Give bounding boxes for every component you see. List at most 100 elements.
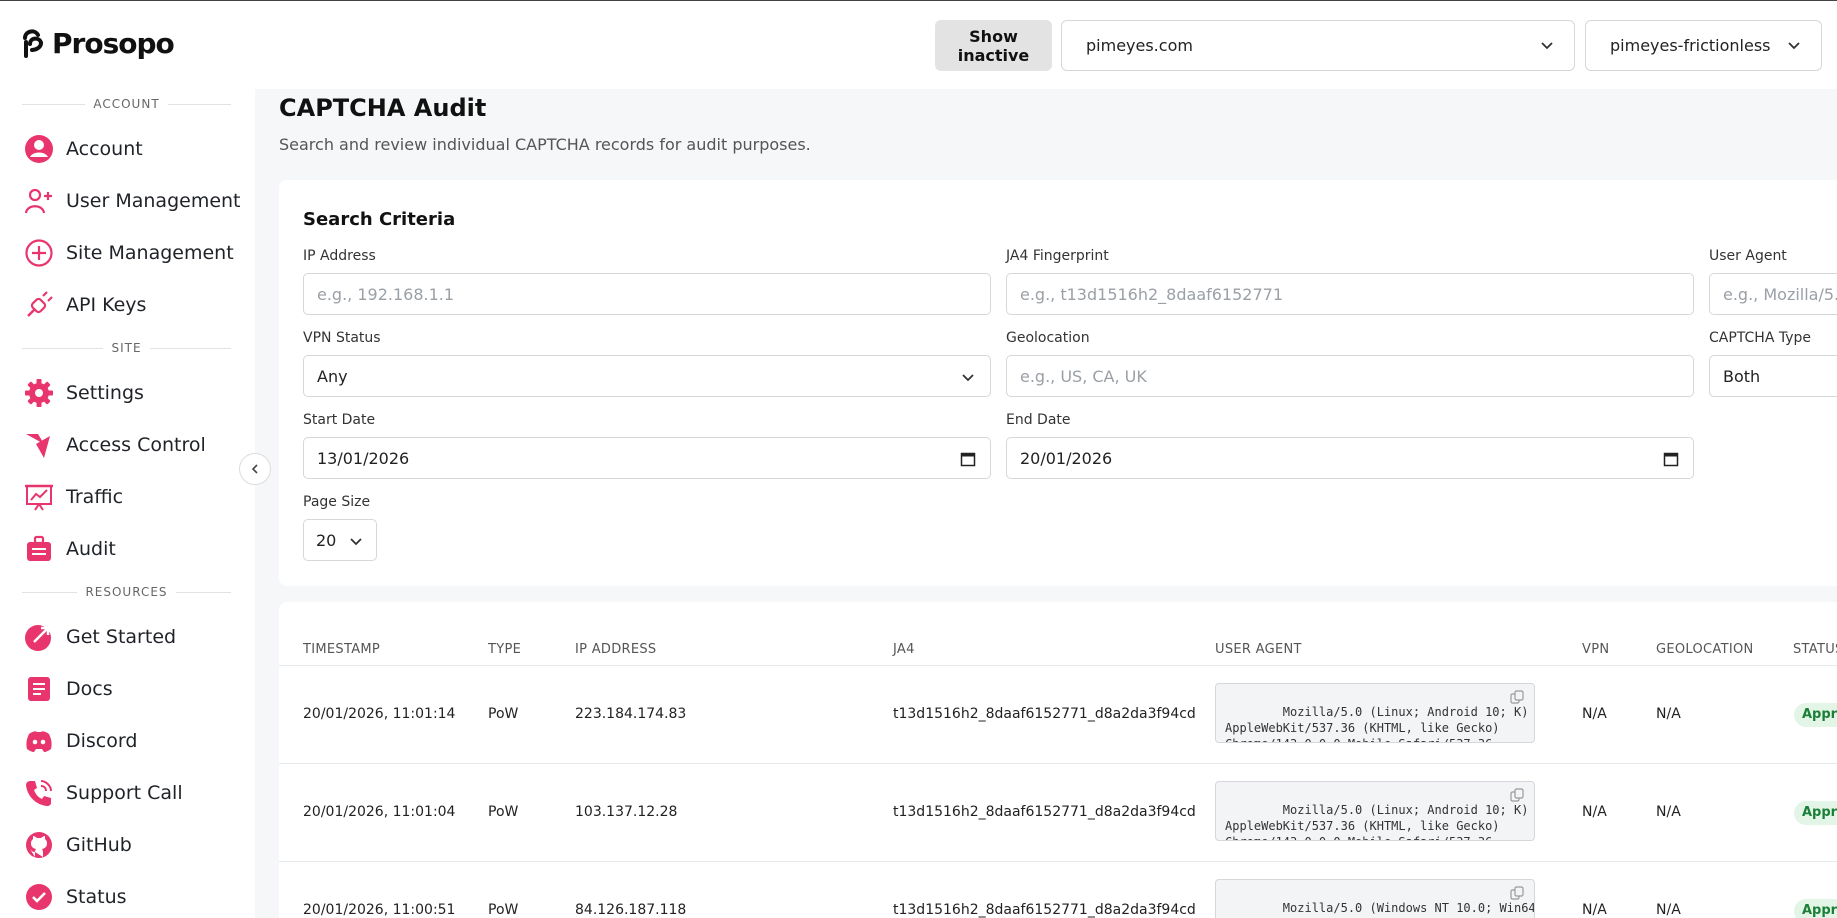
copy-icon[interactable] [1510, 886, 1524, 900]
vpn-cell: N/A [1582, 804, 1607, 820]
section-title-site: SITE [14, 338, 239, 358]
search-criteria-title: Search Criteria [303, 209, 456, 230]
sidebar-item-label: Settings [66, 382, 144, 404]
sidebar-item-docs[interactable]: Docs [24, 669, 113, 709]
ip-address-label: IP Address [303, 248, 376, 264]
column-header-geolocation[interactable]: GEOLOCATION [1656, 642, 1754, 657]
type-cell: PoW [488, 902, 519, 918]
chevron-down-icon [1541, 42, 1553, 50]
ja4-cell: t13d1516h2_8daaf6152771_d8a2da3f94cd [893, 706, 1196, 722]
user-agent-label: User Agent [1709, 248, 1787, 264]
user-agent-cell: Mozilla/5.0 (Windows NT 10.0; Win64; x64… [1215, 879, 1535, 918]
calendar-icon[interactable] [1663, 451, 1679, 467]
chevron-down-icon [1788, 42, 1800, 50]
sidebar-item-label: Support Call [66, 782, 183, 804]
ip-cell: 223.184.174.83 [575, 706, 687, 722]
gear-icon [25, 379, 53, 407]
site-select[interactable]: pimeyes.com [1061, 20, 1575, 71]
sidebar-item-api-keys[interactable]: API Keys [24, 285, 146, 325]
timestamp-cell: 20/01/2026, 11:01:04 [303, 804, 456, 820]
chevron-down-icon [350, 538, 362, 546]
page-subtitle: Search and review individual CAPTCHA rec… [279, 135, 811, 154]
captcha-type-select[interactable]: Both [1709, 355, 1837, 397]
geolocation-label: Geolocation [1006, 330, 1090, 346]
column-header-timestamp[interactable]: TIMESTAMP [303, 642, 380, 657]
sidebar-item-label: API Keys [66, 294, 147, 316]
sidebar-item-label: Traffic [66, 486, 124, 508]
table-row[interactable]: 20/01/2026, 11:00:51 PoW 84.126.187.118 … [279, 861, 1837, 918]
sidebar-item-site-management[interactable]: Site Management [24, 233, 234, 273]
copy-icon[interactable] [1510, 690, 1524, 704]
ip-address-input[interactable]: e.g., 192.168.1.1 [303, 273, 991, 315]
calendar-icon[interactable] [960, 451, 976, 467]
docs-icon [28, 677, 50, 701]
geolocation-input[interactable]: e.g., US, CA, UK [1006, 355, 1694, 397]
audit-table: TIMESTAMP TYPE IP ADDRESS JA4 USER AGENT… [279, 602, 1837, 918]
main-content: CAPTCHA Audit Search and review individu… [255, 89, 1837, 918]
sidebar-item-traffic[interactable]: Traffic [24, 477, 123, 517]
sidebar-collapse-button[interactable] [239, 453, 271, 485]
timestamp-cell: 20/01/2026, 11:01:14 [303, 706, 456, 722]
copy-icon[interactable] [1510, 788, 1524, 802]
sidebar-item-label: User Management [66, 190, 241, 212]
rocket-icon [25, 625, 51, 651]
ja4-cell: t13d1516h2_8daaf6152771_d8a2da3f94cd [893, 804, 1196, 820]
column-header-user-agent[interactable]: USER AGENT [1215, 642, 1302, 657]
captcha-type-label: CAPTCHA Type [1709, 330, 1812, 346]
sidebar-item-account[interactable]: Account [24, 129, 143, 169]
column-header-vpn[interactable]: VPN [1582, 642, 1609, 657]
column-header-ja4[interactable]: JA4 [893, 642, 915, 657]
end-date-label: End Date [1006, 412, 1071, 428]
sidebar-item-settings[interactable]: Settings [24, 373, 144, 413]
column-header-type[interactable]: TYPE [488, 642, 521, 657]
vpn-status-label: VPN Status [303, 330, 381, 346]
ja4-fingerprint-input[interactable]: e.g., t13d1516h2_8daaf6152771 [1006, 273, 1694, 315]
sidebar-item-label: Audit [66, 538, 116, 560]
discord-icon [26, 731, 52, 752]
page-size-label: Page Size [303, 494, 371, 510]
table-row[interactable]: 20/01/2026, 11:01:04 PoW 103.137.12.28 t… [279, 763, 1837, 861]
sidebar-item-label: GitHub [66, 834, 132, 856]
sidebar-item-support-call[interactable]: Support Call [24, 773, 183, 813]
status-badge: Approved [1794, 801, 1837, 825]
sidebar-item-audit[interactable]: Audit [24, 529, 116, 569]
ja4-cell: t13d1516h2_8daaf6152771_d8a2da3f94cd [893, 902, 1196, 918]
geolocation-cell: N/A [1656, 804, 1681, 820]
sidebar-item-label: Site Management [66, 242, 234, 264]
sidebar-item-get-started[interactable]: Get Started [24, 617, 176, 657]
sidebar-item-access-control[interactable]: Access Control [24, 425, 206, 465]
type-cell: PoW [488, 804, 519, 820]
chevron-left-icon [251, 464, 258, 474]
config-select[interactable]: pimeyes-frictionless [1585, 20, 1822, 71]
sidebar-item-status[interactable]: Status [24, 877, 127, 917]
table-row[interactable]: 20/01/2026, 11:01:14 PoW 223.184.174.83 … [279, 665, 1837, 763]
user-circle-icon [25, 135, 53, 163]
column-header-ip-address[interactable]: IP ADDRESS [575, 642, 656, 657]
user-agent-input[interactable]: e.g., Mozilla/5.0 [1709, 273, 1837, 315]
section-title-account: ACCOUNT [14, 94, 239, 114]
end-date-input[interactable]: 20/01/2026 [1006, 437, 1694, 479]
logo[interactable]: Prosopo [22, 27, 175, 60]
timestamp-cell: 20/01/2026, 11:00:51 [303, 902, 456, 918]
sidebar-item-user-management[interactable]: User Management [24, 181, 241, 221]
ja4-fingerprint-label: JA4 Fingerprint [1006, 248, 1109, 264]
vpn-status-select[interactable]: Any [303, 355, 991, 397]
user-agent-text: Mozilla/5.0 (Windows NT 10.0; Win64; x64… [1225, 901, 1535, 918]
column-header-status[interactable]: STATUS [1793, 642, 1837, 657]
briefcase-icon [27, 535, 51, 561]
config-select-value: pimeyes-frictionless [1610, 36, 1771, 55]
show-inactive-button[interactable]: Show inactive [935, 20, 1052, 71]
page-title: CAPTCHA Audit [279, 94, 487, 122]
vpn-status-value: Any [317, 366, 348, 386]
sidebar-item-label: Access Control [66, 434, 206, 456]
user-agent-cell: Mozilla/5.0 (Linux; Android 10; K) Apple… [1215, 683, 1535, 743]
app-name: Prosopo [52, 27, 175, 60]
check-circle-icon [26, 884, 52, 910]
sidebar-item-label: Docs [66, 678, 113, 700]
chart-icon [25, 484, 53, 511]
sidebar-item-github[interactable]: GitHub [24, 825, 132, 865]
start-date-input[interactable]: 13/01/2026 [303, 437, 991, 479]
sidebar-item-discord[interactable]: Discord [24, 721, 137, 761]
start-date-label: Start Date [303, 412, 376, 428]
page-size-select[interactable]: 20 [303, 519, 377, 561]
